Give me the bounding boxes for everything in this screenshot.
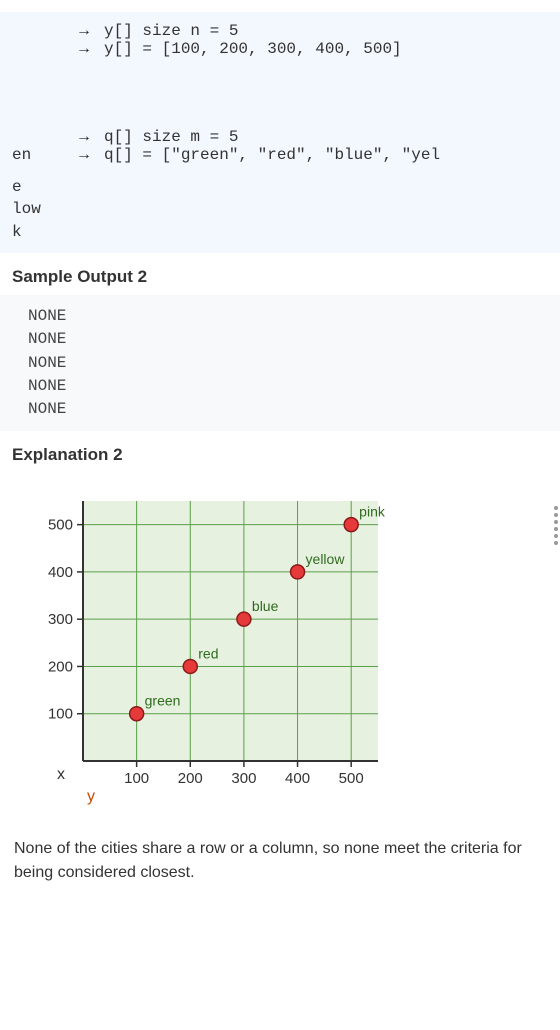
y-axis-label: x: [57, 766, 65, 783]
code-row: →q[] size m = 5: [12, 128, 560, 146]
code-panel: →y[] size n = 5→y[] = [100, 200, 300, 40…: [0, 12, 560, 253]
code-trailing: e low k: [0, 176, 560, 243]
y-tick-label: 100: [48, 706, 73, 723]
code-block-bottom: →q[] size m = 5en→q[] = ["green", "red",…: [0, 128, 560, 164]
data-point-label: blue: [252, 598, 279, 614]
more-dots-icon[interactable]: [554, 506, 558, 545]
scatter-chart: 100 200 300 400 500 100 200 300 400 500 x y green red…: [28, 491, 388, 811]
code-row: →y[] = [100, 200, 300, 400, 500]: [12, 40, 560, 58]
explanation-text: None of the cities share a row or a colu…: [0, 821, 560, 885]
code-content: y[] = [100, 200, 300, 400, 500]: [104, 40, 560, 58]
data-point: [237, 612, 251, 626]
code-left-label: en: [12, 146, 64, 164]
code-block-top: →y[] size n = 5→y[] = [100, 200, 300, 40…: [0, 22, 560, 58]
y-tick-label: 200: [48, 659, 73, 676]
y-tick-label: 500: [48, 517, 73, 534]
code-content: y[] size n = 5: [104, 22, 560, 40]
y-tick-label: 300: [48, 611, 73, 628]
x-tick-label: 300: [231, 770, 256, 787]
sample-output-heading: Sample Output 2: [12, 267, 560, 287]
x-tick-label: 500: [339, 770, 364, 787]
data-point: [291, 565, 305, 579]
chart-container: 100 200 300 400 500 100 200 300 400 500 x y green red…: [0, 473, 560, 821]
data-point: [183, 660, 197, 674]
code-row: en→q[] = ["green", "red", "blue", "yel: [12, 146, 560, 164]
arrow-icon: →: [64, 128, 104, 146]
x-tick-label: 200: [178, 770, 203, 787]
code-row: →y[] size n = 5: [12, 22, 560, 40]
code-content: q[] = ["green", "red", "blue", "yel: [104, 146, 560, 164]
x-axis-label: y: [87, 788, 95, 805]
plot-bg: [83, 501, 378, 761]
data-point: [130, 707, 144, 721]
arrow-icon: →: [64, 146, 104, 164]
arrow-icon: →: [64, 22, 104, 40]
data-point-label: pink: [359, 504, 386, 520]
x-tick-label: 400: [285, 770, 310, 787]
data-point-label: yellow: [306, 551, 346, 567]
data-point-label: green: [145, 693, 181, 709]
data-point: [344, 518, 358, 532]
sample-output-panel: NONE NONE NONE NONE NONE: [0, 295, 560, 431]
data-point-label: red: [198, 646, 218, 662]
explanation-heading: Explanation 2: [12, 445, 560, 465]
arrow-icon: →: [64, 40, 104, 58]
code-content: q[] size m = 5: [104, 128, 560, 146]
y-tick-label: 400: [48, 564, 73, 581]
x-tick-label: 100: [124, 770, 149, 787]
